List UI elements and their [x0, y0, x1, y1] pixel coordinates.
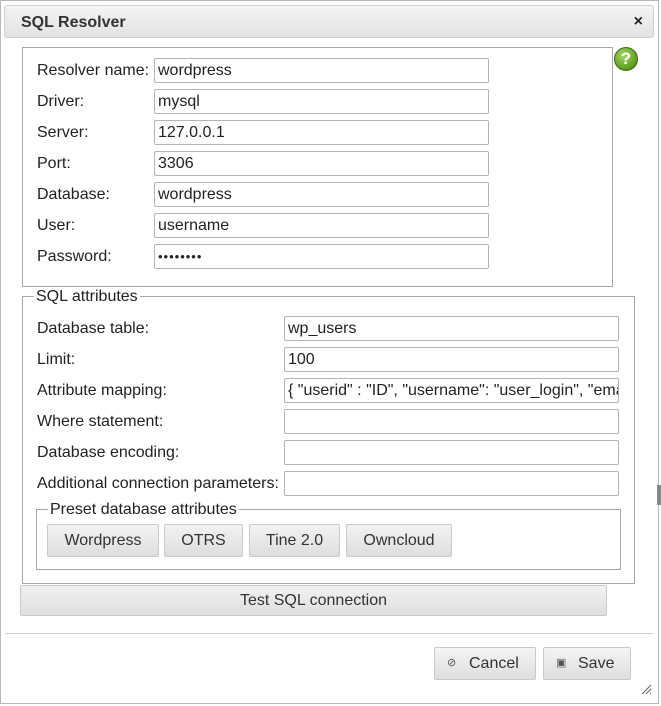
- user-input[interactable]: username: [154, 213, 489, 238]
- preset-wordpress-button[interactable]: Wordpress: [47, 524, 159, 557]
- port-label: Port:: [37, 155, 71, 172]
- attribute-mapping-input[interactable]: { "userid" : "ID", "username": "user_log…: [284, 378, 619, 403]
- limit-label: Limit:: [37, 351, 76, 368]
- server-label: Server:: [37, 124, 89, 141]
- additional-params-input[interactable]: [284, 471, 619, 496]
- preset-otrs-button[interactable]: OTRS: [164, 524, 243, 557]
- preset-owncloud-button[interactable]: Owncloud: [346, 524, 452, 557]
- preset-tine-button[interactable]: Tine 2.0: [249, 524, 340, 557]
- background-scrollbar: [657, 485, 661, 505]
- database-encoding-input[interactable]: [284, 440, 619, 465]
- resolver-name-input[interactable]: wordpress: [154, 58, 489, 83]
- database-input[interactable]: wordpress: [154, 182, 489, 207]
- preset-attributes-legend: Preset database attributes: [48, 501, 239, 519]
- cancel-label: Cancel: [469, 655, 519, 672]
- where-statement-input[interactable]: [284, 409, 619, 434]
- user-label: User:: [37, 217, 76, 234]
- driver-label: Driver:: [37, 93, 85, 110]
- save-label: Save: [578, 655, 615, 672]
- help-icon[interactable]: ?: [614, 47, 638, 71]
- limit-input[interactable]: 100: [284, 347, 619, 372]
- database-table-label: Database table:: [37, 320, 150, 337]
- save-button[interactable]: ▣ Save: [543, 647, 631, 680]
- database-table-input[interactable]: wp_users: [284, 316, 619, 341]
- test-sql-connection-button[interactable]: Test SQL connection: [20, 585, 607, 616]
- additional-params-label: Additional connection parameters:: [37, 475, 279, 492]
- port-input[interactable]: 3306: [154, 151, 489, 176]
- dialog-title: SQL Resolver: [21, 14, 126, 31]
- server-input[interactable]: 127.0.0.1: [154, 120, 489, 145]
- driver-input[interactable]: mysql: [154, 89, 489, 114]
- save-icon: ▣: [556, 657, 567, 669]
- resolver-name-label: Resolver name:: [37, 62, 150, 79]
- sql-attributes-legend: SQL attributes: [34, 288, 140, 306]
- footer-divider: [5, 633, 653, 634]
- resize-handle-icon[interactable]: [640, 683, 652, 695]
- attribute-mapping-label: Attribute mapping:: [37, 382, 167, 399]
- database-encoding-label: Database encoding:: [37, 444, 180, 461]
- cancel-button[interactable]: ⊘ Cancel: [434, 647, 536, 680]
- sql-resolver-dialog: SQL Resolver × ? Resolver name: wordpres…: [0, 0, 659, 704]
- database-label: Database:: [37, 186, 110, 203]
- cancel-icon: ⊘: [447, 657, 457, 669]
- dialog-titlebar[interactable]: SQL Resolver ×: [4, 5, 654, 38]
- where-statement-label: Where statement:: [37, 413, 164, 430]
- password-input[interactable]: ••••••••: [154, 244, 489, 269]
- password-label: Password:: [37, 248, 112, 265]
- close-icon[interactable]: ×: [634, 13, 643, 31]
